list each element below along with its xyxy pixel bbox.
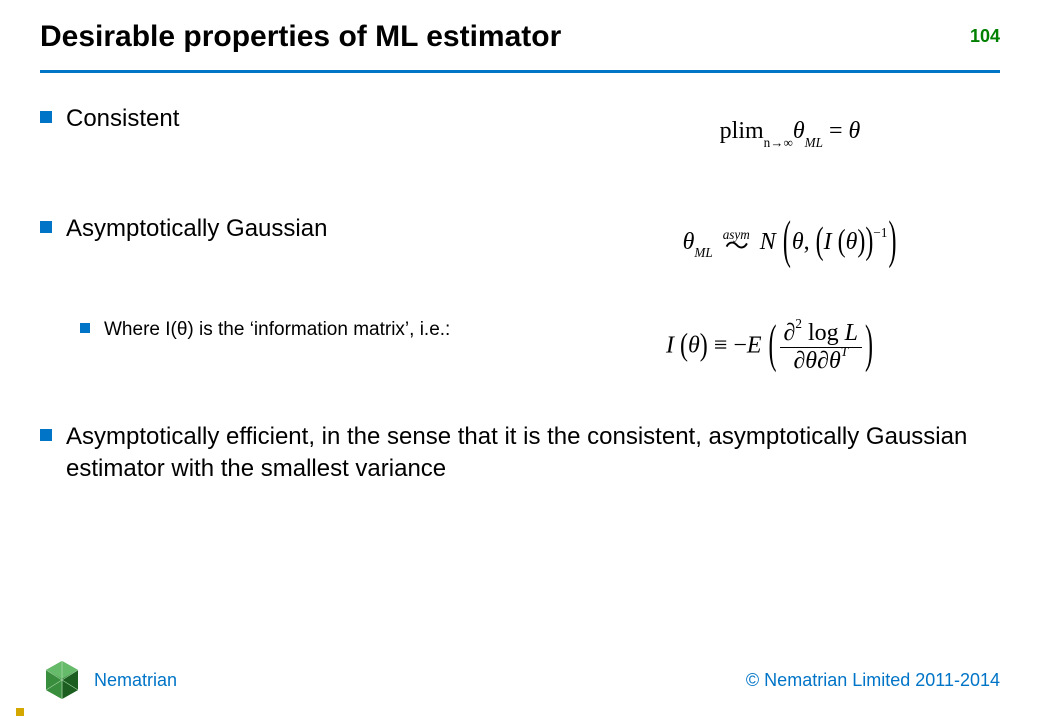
sym-I: I [824, 229, 832, 255]
bullet-item: Consistent [40, 103, 600, 135]
bullet-item: Asymptotically Gaussian [40, 213, 600, 245]
sym-eq: = [823, 118, 849, 144]
slide: Desirable properties of ML estimator 104… [0, 0, 1040, 720]
bullet-item: Asymptotically efficient, in the sense t… [40, 421, 1000, 486]
sym-E: E [747, 333, 762, 359]
sym-I: I [666, 333, 674, 359]
bullet-text: Consistent [66, 103, 179, 135]
row-efficient: Asymptotically efficient, in the sense t… [40, 421, 1000, 486]
header: Desirable properties of ML estimator 104 [0, 0, 1040, 73]
sym-theta: θ [792, 229, 804, 255]
formula-consistent: plimn→∞θML = θ [600, 103, 1000, 163]
logo-icon [40, 658, 84, 702]
divider [40, 70, 1000, 73]
sym-ml-sub: ML [694, 245, 712, 260]
sym-sq: 2 [795, 316, 802, 331]
sym-theta: θ [688, 333, 700, 359]
sym-inverse: −1 [873, 225, 887, 240]
bullet-text: Where I(θ) is the ‘information matrix’, … [104, 317, 450, 343]
footer: Nematrian © Nematrian Limited 2011-2014 [40, 658, 1000, 702]
bullet-icon [80, 323, 90, 333]
sym-log: log [802, 320, 845, 346]
bullet-icon [40, 111, 52, 123]
sym-partial: ∂ [784, 320, 796, 346]
copyright: © Nematrian Limited 2011-2014 [746, 670, 1000, 691]
bullet-icon [40, 221, 52, 233]
sym-tilde: 〜 [723, 239, 750, 256]
corner-marker-icon [16, 708, 24, 716]
sym-sub-n-inf: n→∞ [764, 135, 793, 150]
fraction: ∂2 log L ∂θ∂θT [780, 320, 862, 374]
sym-plim: plim [720, 118, 764, 144]
bullet-text: Asymptotically efficient, in the sense t… [66, 421, 1000, 486]
sym-theta: θ [683, 229, 695, 255]
sym-theta: θ [846, 229, 858, 255]
brand: Nematrian [40, 658, 177, 702]
formula-info-matrix: I (θ) ≡ −E ( ∂2 log L ∂θ∂θT ) [560, 317, 1000, 377]
sym-ml-sub: ML [805, 135, 823, 150]
slide-number: 104 [970, 26, 1000, 47]
sym-dtheta: ∂θ [817, 348, 841, 374]
row-consistent: Consistent plimn→∞θML = θ [40, 103, 1000, 163]
page-title: Desirable properties of ML estimator [40, 20, 1000, 70]
formula-asym-gaussian: θML asym 〜 N (θ, (I (θ))−1) [600, 213, 1000, 273]
sym-equiv-neg: ≡ − [708, 333, 747, 359]
bullet-icon [40, 429, 52, 441]
sym-dtheta: ∂θ [793, 348, 817, 374]
sym-N: N [760, 229, 776, 255]
row-asym-gaussian: Asymptotically Gaussian θML asym 〜 N (θ,… [40, 213, 1000, 273]
bullet-text: Asymptotically Gaussian [66, 213, 327, 245]
bullet-item-sub: Where I(θ) is the ‘information matrix’, … [80, 317, 560, 343]
sym-asym-dist: asym 〜 [723, 230, 750, 256]
row-info-matrix: Where I(θ) is the ‘information matrix’, … [40, 317, 1000, 377]
sym-T: T [841, 344, 848, 359]
body: Consistent plimn→∞θML = θ Asymptotically… [0, 73, 1040, 486]
brand-name: Nematrian [94, 670, 177, 691]
sym-theta-rhs: θ [849, 118, 861, 144]
sym-theta: θ [793, 118, 805, 144]
sym-comma: , [804, 229, 816, 255]
sym-L: L [845, 320, 858, 346]
